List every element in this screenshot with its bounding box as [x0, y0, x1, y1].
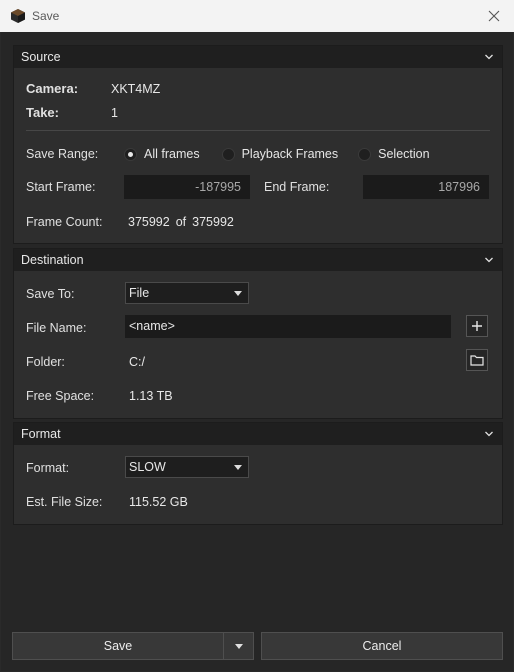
frame-count-label: Frame Count:	[26, 215, 103, 229]
format-section: Format Format: SLOW Est. File Size: 115.…	[13, 422, 503, 525]
radio-label: All frames	[144, 147, 200, 161]
save-range-label: Save Range:	[26, 147, 99, 161]
format-dropdown[interactable]: SLOW	[125, 456, 249, 478]
cancel-button[interactable]: Cancel	[261, 632, 503, 660]
save-to-label: Save To:	[26, 287, 75, 301]
save-range-row: Save Range: All frames Playback Frames S…	[26, 147, 430, 161]
destination-section-header[interactable]: Destination	[14, 249, 502, 271]
plus-icon	[472, 321, 482, 331]
camera-label: Camera:	[26, 81, 79, 96]
dropdown-arrow-icon	[234, 643, 243, 649]
est-file-size-value: 115.52 GB	[129, 495, 188, 509]
dropdown-arrow-icon	[234, 464, 242, 470]
free-space-label: Free Space:	[26, 389, 95, 403]
browse-folder-button[interactable]	[466, 349, 488, 371]
frame-count-of: of	[175, 215, 187, 229]
frame-count-total: 375992	[192, 215, 234, 229]
folder-icon	[470, 355, 484, 366]
take-row: Take: 1	[26, 105, 118, 120]
est-size-row: Est. File Size: 115.52 GB	[26, 495, 188, 509]
source-section: Source Camera: XKT4MZ Take: 1 Save Range…	[13, 45, 503, 244]
free-space-value: 1.13 TB	[129, 389, 173, 403]
save-button[interactable]: Save	[12, 632, 224, 660]
close-button[interactable]	[482, 4, 506, 28]
start-frame-label: Start Frame:	[26, 180, 96, 194]
folder-row: Folder: C:/	[26, 355, 145, 369]
radio-playback-frames[interactable]: Playback Frames	[221, 147, 339, 161]
chevron-down-icon	[485, 54, 493, 60]
radio-selection[interactable]: Selection	[358, 147, 430, 161]
end-frame-input[interactable]: 187996	[363, 175, 489, 199]
frame-count-row: Frame Count: 375992 of 375992	[26, 215, 234, 229]
frame-count-value: 375992	[128, 215, 170, 229]
radio-label: Playback Frames	[241, 147, 339, 161]
take-value: 1	[111, 105, 118, 120]
destination-section: Destination Save To: File File Name: <na…	[13, 248, 503, 419]
radio-dot	[124, 147, 137, 161]
title-bar: Save	[0, 0, 514, 32]
start-frame-input[interactable]: -187995	[124, 175, 250, 199]
save-options-button[interactable]	[223, 632, 254, 660]
free-space-row: Free Space: 1.13 TB	[26, 389, 173, 403]
file-name-input[interactable]: <name>	[125, 315, 451, 338]
window-title: Save	[32, 9, 60, 23]
radio-label: Selection	[378, 147, 430, 161]
file-name-label: File Name:	[26, 321, 87, 335]
save-to-row: Save To:	[26, 287, 74, 301]
destination-section-title: Destination	[21, 253, 84, 267]
format-label: Format:	[26, 461, 70, 475]
save-to-value: File	[129, 286, 150, 300]
folder-value: C:/	[129, 355, 145, 369]
format-section-title: Format	[21, 427, 61, 441]
end-frame-row: End Frame:	[264, 180, 329, 194]
dropdown-arrow-icon	[234, 290, 242, 296]
source-section-header[interactable]: Source	[14, 46, 502, 68]
divider	[26, 130, 490, 131]
radio-dot	[358, 147, 372, 161]
radio-dot	[221, 147, 235, 161]
chevron-down-icon	[485, 257, 493, 263]
radio-all-frames[interactable]: All frames	[124, 147, 200, 161]
camera-row: Camera: XKT4MZ	[26, 81, 160, 96]
chevron-down-icon	[485, 431, 493, 437]
format-section-header[interactable]: Format	[14, 423, 502, 445]
format-value: SLOW	[129, 460, 166, 474]
est-file-size-label: Est. File Size:	[26, 495, 103, 509]
camera-value: XKT4MZ	[111, 81, 161, 96]
save-to-dropdown[interactable]: File	[125, 282, 249, 304]
folder-label: Folder:	[26, 355, 65, 369]
close-icon	[488, 10, 500, 22]
start-frame-row: Start Frame:	[26, 180, 95, 194]
file-name-row: File Name:	[26, 321, 86, 335]
end-frame-label: End Frame:	[264, 180, 330, 194]
format-row: Format:	[26, 461, 69, 475]
source-section-title: Source	[21, 50, 61, 64]
dialog-body: Source Camera: XKT4MZ Take: 1 Save Range…	[1, 32, 513, 671]
add-file-name-button[interactable]	[466, 315, 488, 337]
cube-icon	[11, 9, 25, 23]
take-label: Take:	[26, 105, 59, 120]
